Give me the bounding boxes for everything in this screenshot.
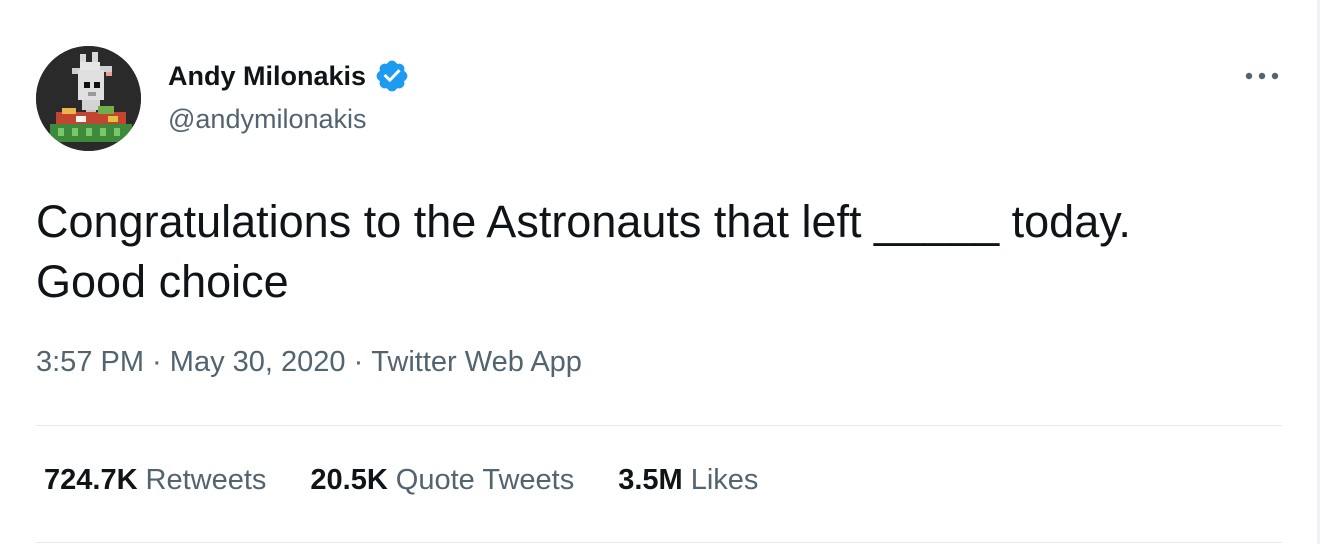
author-display-name[interactable]: Andy Milonakis [168, 61, 366, 92]
likes-stat[interactable]: 3.5M Likes [618, 464, 758, 497]
quote-tweets-count: 20.5K [310, 464, 388, 496]
quote-tweets-label: Quote Tweets [395, 464, 575, 496]
tweet-card: Andy Milonakis @andymilonakis Congratula… [0, 0, 1320, 544]
retweets-count: 724.7K [44, 464, 138, 496]
tweet-time[interactable]: 3:57 PM [36, 346, 144, 379]
pixel-goat-avatar-icon [36, 46, 141, 151]
retweets-stat[interactable]: 724.7K Retweets [44, 464, 266, 497]
divider [36, 542, 1282, 543]
likes-label: Likes [690, 464, 759, 496]
meta-separator: · [345, 346, 372, 378]
author-name-row: Andy Milonakis [168, 58, 410, 94]
tweet-date[interactable]: May 30, 2020 [170, 346, 346, 379]
more-options-icon [1245, 72, 1279, 80]
tweet-source[interactable]: Twitter Web App [371, 346, 582, 379]
author-handle[interactable]: @andymilonakis [168, 104, 367, 135]
engagement-stats: 724.7K Retweets 20.5K Quote Tweets 3.5M … [44, 464, 802, 497]
meta-separator: · [144, 346, 170, 378]
divider [36, 425, 1282, 426]
quote-tweets-stat[interactable]: 20.5K Quote Tweets [310, 464, 574, 497]
retweets-label: Retweets [145, 464, 267, 496]
avatar[interactable] [36, 46, 141, 151]
tweet-metadata: 3:57 PM · May 30, 2020 · Twitter Web App [36, 346, 582, 379]
more-options-button[interactable] [1238, 60, 1286, 92]
likes-count: 3.5M [618, 464, 683, 496]
tweet-text: Congratulations to the Astronauts that l… [36, 196, 1144, 307]
verified-badge-icon [374, 58, 410, 94]
